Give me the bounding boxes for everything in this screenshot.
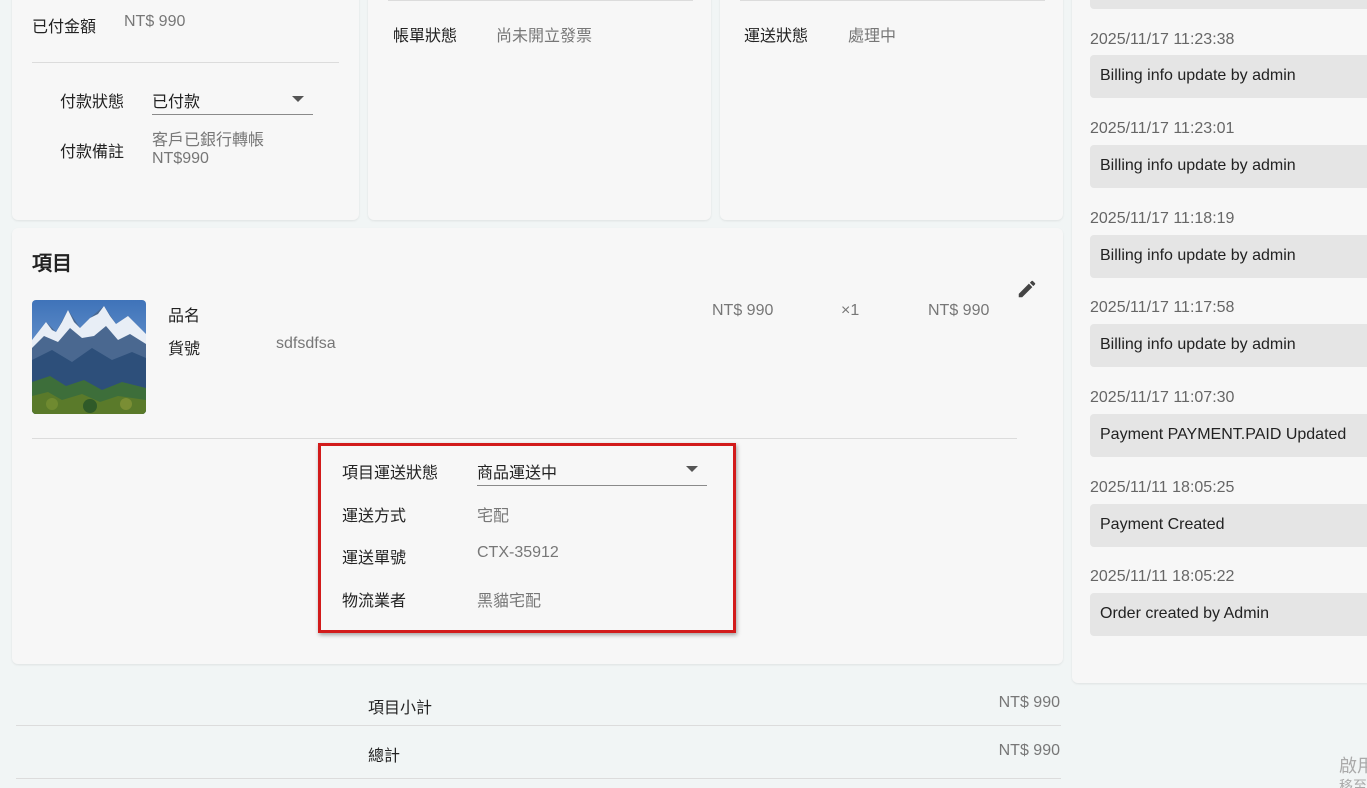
shipping-method-label: 運送方式	[342, 508, 407, 525]
payment-note-label: 付款備註	[60, 144, 125, 161]
tracking-number-value: CTX-35912	[477, 544, 559, 561]
payment-note-line1: 客戶已銀行轉帳	[152, 132, 265, 149]
subtotal-value: NT$ 990	[998, 694, 1060, 711]
item-image	[32, 300, 146, 414]
payment-divider	[32, 62, 339, 63]
billing-status-value: 尚未開立發票	[496, 28, 593, 45]
edit-item-button[interactable]	[1014, 277, 1040, 303]
shipping-status-label: 運送狀態	[744, 28, 809, 45]
shipping-top-divider	[740, 0, 1045, 1]
item-sku-value: sdfsdfsa	[276, 335, 336, 352]
pencil-icon	[1018, 280, 1036, 297]
paid-amount-value: NT$ 990	[124, 13, 186, 30]
item-sku-label: 貨號	[168, 341, 201, 358]
log-message: Payment Created	[1090, 504, 1367, 547]
caret-down-icon	[292, 96, 304, 102]
log-time: 2025/11/11 18:05:22	[1090, 568, 1235, 585]
carrier-label: 物流業者	[342, 593, 407, 610]
item-shipping-status-underline	[477, 485, 707, 486]
item-name-label: 品名	[168, 308, 201, 325]
item-shipping-status-label: 項目運送狀態	[342, 465, 439, 482]
payment-status-select[interactable]: 已付款	[152, 80, 313, 115]
carrier-value: 黑貓宅配	[477, 593, 542, 610]
totals-bottom-divider	[16, 778, 1061, 779]
log-time: 2025/11/17 11:23:38	[1090, 31, 1235, 48]
log-message: Billing info update by admin	[1090, 55, 1367, 98]
log-message: Order created by Admin	[1090, 593, 1367, 636]
billing-status-label: 帳單狀態	[393, 28, 458, 45]
shipping-method-value: 宅配	[477, 508, 510, 525]
payment-status-label: 付款狀態	[60, 94, 125, 111]
item-divider	[32, 438, 1017, 439]
total-label: 總計	[368, 748, 401, 765]
items-title: 項目	[32, 253, 72, 275]
log-time: 2025/11/17 11:18:19	[1090, 210, 1235, 227]
log-message: Payment PAYMENT.PAID Updated	[1090, 414, 1367, 457]
caret-down-icon	[686, 466, 698, 472]
payment-status-value: 已付款	[152, 94, 201, 111]
log-message: Billing info update by admin	[1090, 324, 1367, 367]
item-line-total: NT$ 990	[928, 302, 990, 319]
totals-divider	[16, 725, 1061, 726]
subtotal-label: 項目小計	[368, 700, 433, 717]
log-time: 2025/11/17 11:07:30	[1090, 389, 1235, 406]
shipping-status-value: 處理中	[848, 28, 897, 45]
log-time: 2025/11/11 18:05:25	[1090, 479, 1235, 496]
activation-watermark-line2: 移至	[1339, 778, 1367, 788]
mountain-landscape-image	[32, 300, 146, 414]
activation-watermark-line1: 啟用	[1339, 756, 1367, 776]
log-time: 2025/11/17 11:17:58	[1090, 299, 1235, 316]
total-value: NT$ 990	[998, 742, 1060, 759]
billing-top-divider	[388, 0, 693, 1]
log-time: 2025/11/17 11:23:01	[1090, 120, 1235, 137]
activity-log-top-stub	[1090, 0, 1367, 9]
item-quantity: ×1	[841, 302, 860, 319]
log-message: Billing info update by admin	[1090, 235, 1367, 278]
payment-note-line2: NT$990	[152, 150, 209, 167]
item-shipping-status-value: 商品運送中	[477, 465, 558, 482]
tracking-number-label: 運送單號	[342, 550, 407, 567]
paid-amount-label: 已付金額	[32, 19, 97, 36]
payment-status-underline	[152, 114, 313, 115]
item-shipping-status-select[interactable]: 商品運送中	[477, 450, 707, 486]
item-unit-price: NT$ 990	[712, 302, 774, 319]
log-message: Billing info update by admin	[1090, 145, 1367, 188]
